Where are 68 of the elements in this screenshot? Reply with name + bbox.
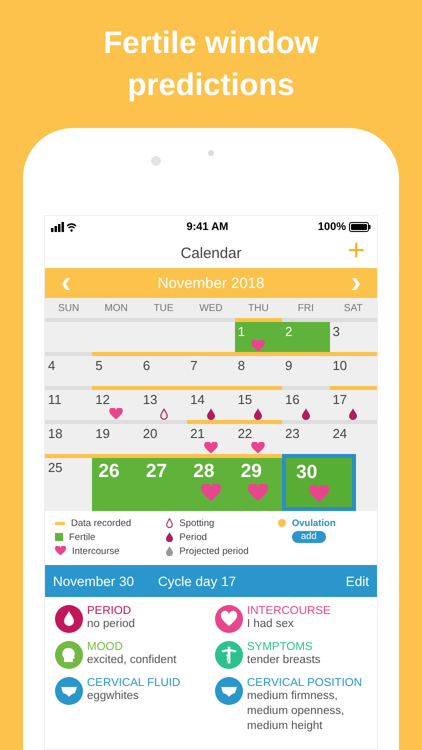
calendar-day[interactable]: 6 xyxy=(140,352,188,386)
calendar-day[interactable]: 9 xyxy=(282,352,330,386)
heart-icon xyxy=(248,484,268,502)
weekday-label: SAT xyxy=(342,302,364,314)
weekday-label: TUE xyxy=(152,302,175,314)
screen-title: Calendar xyxy=(180,244,242,262)
legend-label: Period xyxy=(179,532,207,542)
legend-label: Data recorded xyxy=(71,518,132,528)
speaker-icon xyxy=(208,150,214,156)
entry-title: PERIOD xyxy=(87,605,132,617)
heart-icon xyxy=(251,442,266,454)
drop-icon xyxy=(206,408,215,420)
heart-icon xyxy=(204,442,218,454)
calendar-day[interactable]: 14 xyxy=(187,386,235,422)
calendar-day[interactable]: 13 xyxy=(140,386,188,422)
entry-title: CERVICAL POSITION xyxy=(247,677,364,689)
heart-icon xyxy=(109,408,124,420)
drop-icon xyxy=(349,408,358,420)
weekday-label: THU xyxy=(247,302,270,314)
entry-value: I had sex xyxy=(247,617,295,632)
heart-icon xyxy=(251,340,266,352)
calendar-day[interactable]: 17 xyxy=(330,386,377,422)
status-time: 9:41 AM xyxy=(186,221,228,233)
entry-value: no period xyxy=(87,617,135,632)
heart-icon xyxy=(200,484,221,502)
weekday-label: MON xyxy=(103,302,129,314)
entry-title: CERVICAL FLUID xyxy=(87,677,180,689)
calendar-day[interactable]: 12 xyxy=(92,386,140,422)
drop-outline-icon xyxy=(160,408,168,420)
signal-icon xyxy=(51,222,77,232)
camera-icon xyxy=(151,156,161,166)
legend-label: Ovulation xyxy=(292,518,336,528)
entry-value: tender breasts xyxy=(247,653,321,668)
square-icon xyxy=(55,533,63,541)
weekday-label: FRI xyxy=(296,302,315,314)
month-title: November 2018 xyxy=(158,274,264,292)
legend-label: Projected period xyxy=(179,546,249,556)
heart-icon xyxy=(55,546,66,556)
drop-outline-icon xyxy=(166,518,174,528)
entry-title: SYMPTOMS xyxy=(247,641,314,653)
entry-value: eggwhites xyxy=(87,689,140,704)
battery-percent: 100% xyxy=(318,221,346,233)
cycle-day: Cycle day 17 xyxy=(158,574,236,588)
calendar-day[interactable]: 8 xyxy=(234,352,282,386)
drop-icon xyxy=(302,408,310,420)
legend-label: Spotting xyxy=(179,518,214,528)
weekday-label: SUN xyxy=(57,302,80,314)
entry-title: MOOD xyxy=(87,641,124,653)
legend-label: Fertile xyxy=(69,532,96,542)
calendar-day[interactable]: 4 xyxy=(45,352,92,386)
entry-value: medium firmness, medium openness, medium height xyxy=(247,689,346,734)
entry-title: INTERCOURSE xyxy=(247,605,331,617)
calendar-day[interactable]: 5 xyxy=(92,352,140,386)
dot-icon xyxy=(278,519,286,527)
legend-label: Intercourse xyxy=(72,546,120,556)
calendar-day[interactable]: 16 xyxy=(282,386,330,422)
calendar-day[interactable]: 10 xyxy=(330,352,377,386)
weekday-label: WED xyxy=(198,302,224,314)
heart-icon xyxy=(308,485,329,503)
calendar-day[interactable]: 15 xyxy=(234,386,282,422)
calendar-day[interactable]: 7 xyxy=(187,352,235,386)
entry-value: excited, confident xyxy=(87,653,177,668)
drop-icon xyxy=(254,408,262,420)
calendar-day[interactable]: 11 xyxy=(45,386,92,422)
headline: Fertile window predictions xyxy=(102,24,320,104)
selected-date: November 30 xyxy=(53,574,134,588)
battery-icon xyxy=(348,222,371,232)
calendar-day[interactable]: 3 xyxy=(330,318,377,354)
